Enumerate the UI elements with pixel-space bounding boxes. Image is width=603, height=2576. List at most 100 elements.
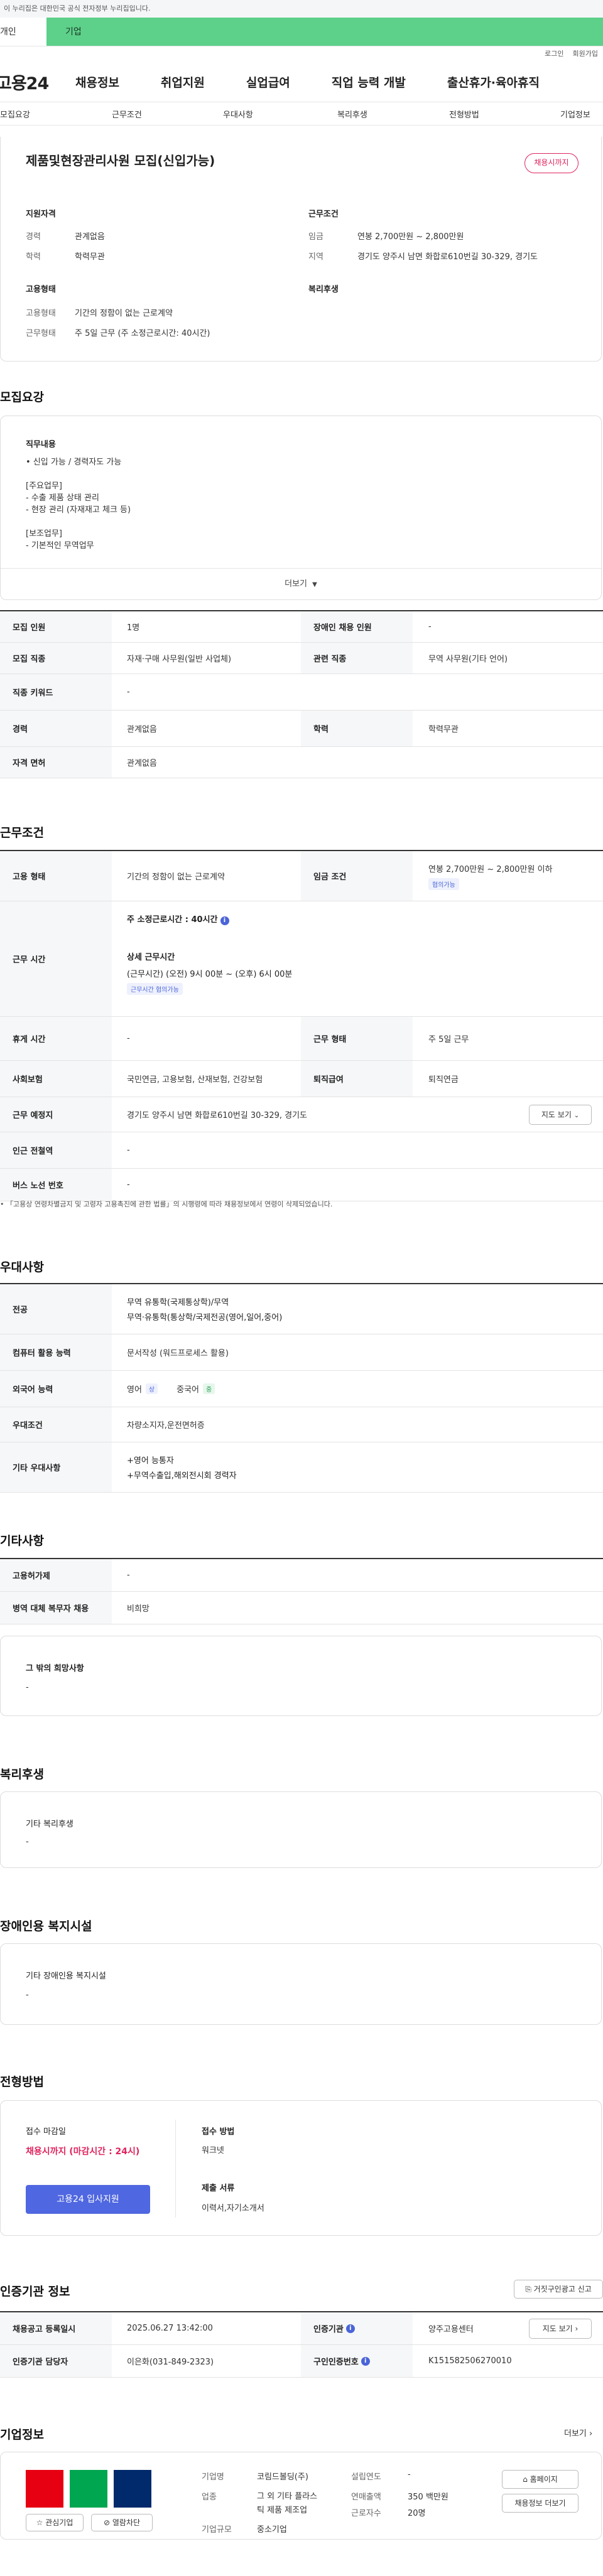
table-row: 채용공고 등록일시 2025.06.27 13:42:00 인증기관 i 양주고용… [0, 2312, 603, 2345]
agency-map-button[interactable]: 지도 보기 › [529, 2319, 592, 2339]
section-nav-conditions[interactable]: 근무조건 [112, 108, 142, 120]
company-name-value: 코림드볼딩(주) [257, 2472, 308, 2482]
section-nav-company[interactable]: 기업정보 [560, 108, 590, 120]
company-size-value: 중소기업 [257, 2525, 287, 2535]
work-time-cell: 주 소정근로시간 : 40시간 i 상세 근무시간 (근무시간) (오전) 9시 … [127, 913, 292, 995]
info-icon[interactable]: i [345, 2324, 355, 2333]
homepage-button[interactable]: ⌂ 홈페이지 [502, 2470, 579, 2489]
tab-company[interactable]: 기업 [46, 18, 603, 46]
user-type-tabs: 개인 기업 [0, 18, 603, 46]
section-nav-preferences[interactable]: 우대사항 [223, 108, 253, 120]
screening-divider [175, 2120, 176, 2218]
language-name: 중국어 [177, 1385, 200, 1395]
row-label: 퇴직급여 [301, 1061, 413, 1097]
row-label: 채용공고 등록일시 [0, 2312, 112, 2344]
docs-value: 이력서,자기소개서 [202, 2204, 264, 2213]
row-value: 학력무관 [428, 725, 459, 734]
signup-link[interactable]: 회원가입 [573, 50, 598, 58]
weekly-hours: 주 소정근로시간 : 40시간 i [127, 913, 292, 925]
logo[interactable]: 고용24 [0, 70, 75, 94]
company-jobs-button[interactable]: 채용정보 더보기 [502, 2494, 579, 2513]
extra-pref-value: +영어 능통자 [127, 1456, 174, 1466]
map-button-label: 지도 보기 [542, 2324, 573, 2333]
row-value: 1명 [127, 623, 140, 633]
table-row: 컴퓨터 활용 능력 문서작성 (워드프로세스 활용) [0, 1334, 603, 1371]
row-label: 모집 인원 [0, 611, 112, 642]
region-value: 경기도 양주시 남면 화합로610번길 30-329, 경기도 [357, 252, 538, 262]
info-icon[interactable]: i [361, 2356, 370, 2366]
method-value: 워크넷 [202, 2146, 224, 2155]
job-description-text: • 신입 가능 / 경력자도 가능 [주요업무] - 수출 제품 상태 관리 -… [26, 456, 131, 552]
established-value: - [408, 2470, 411, 2479]
row-value: 기간의 정함이 없는 근로계약 [127, 872, 225, 882]
section-nav-recruit[interactable]: 모집요강 [0, 108, 30, 120]
agency-heading: 인증기관 정보 [0, 2285, 70, 2299]
industry-label: 업종 [202, 2493, 217, 2502]
row-value: 이은화(031-849-2323) [127, 2358, 214, 2367]
map-button[interactable]: 지도 보기 ⌄ [529, 1105, 592, 1125]
gnb-item-training[interactable]: 직업 능력 개발 [332, 73, 406, 90]
table-row: 직종 키워드 - [0, 674, 603, 711]
disabled-box-value: - [26, 1990, 29, 2000]
disabled-facility-heading: 장애인용 복지시설 [0, 1919, 92, 1933]
table-row: 근무 시간 주 소정근로시간 : 40시간 i 상세 근무시간 (근무시간) (오… [0, 901, 603, 1017]
row-label: 외국어 능력 [0, 1371, 112, 1407]
section-nav-screening[interactable]: 전형방법 [449, 108, 479, 120]
emp-type-value: 기간의 정함이 없는 근로계약 [75, 309, 173, 318]
table-row: 모집 인원 1명 장애인 채용 인원 - [0, 611, 603, 643]
welfare-section-heading: 복리후생 [0, 1768, 44, 1781]
logo-block-navy [114, 2470, 151, 2508]
table-row: 고용 형태 기간의 정함이 없는 근로계약 임금 조건 연봉 2,700만원 ~… [0, 851, 603, 901]
tab-personal[interactable]: 개인 [0, 18, 46, 46]
language-level-badge: 중 [203, 1383, 215, 1394]
gnb-item-jobs[interactable]: 채용정보 [75, 73, 119, 90]
row-label: 모집 직종 [0, 643, 112, 674]
gnb-item-unemployment[interactable]: 실업급여 [246, 73, 290, 90]
deadline-badge: 채용시까지 [524, 153, 579, 173]
sales-value: 350 백만원 [408, 2493, 448, 2502]
block-view-button[interactable]: ⊘ 열람차단 [91, 2514, 153, 2531]
gnb-item-employment-support[interactable]: 취업지원 [161, 73, 205, 90]
language-values: 영어 상 중국어 중 [127, 1371, 215, 1407]
gnb-item-leave[interactable]: 출산휴가·육아휴직 [447, 73, 540, 90]
report-fake-ad-button[interactable]: ⎘ 거짓구인광고 신고 [514, 2280, 603, 2299]
major-value: 무역 유통학(국제통상학)/무역 [127, 1298, 229, 1307]
row-value: - [127, 1146, 130, 1155]
job-line: [보조업무] [26, 529, 62, 539]
extra-pref-values: +영어 능통자 +무역수출입,해외전시회 경력자 [127, 1454, 237, 1484]
info-icon[interactable]: i [220, 916, 229, 925]
table-row: 기타 우대사항 +영어 능통자 +무역수출입,해외전시회 경력자 [0, 1442, 603, 1493]
wage-cell: 연봉 2,700만원 ~ 2,800만원 이하 협의가능 [428, 851, 553, 901]
company-heading: 기업정보 [0, 2428, 44, 2442]
row-label: 전공 [0, 1284, 112, 1334]
apply-button[interactable]: 고용24 입사지원 [26, 2185, 150, 2214]
job-line: - 기본적인 무역업무 [26, 541, 94, 550]
job-line: [주요업무] [26, 481, 62, 491]
favorite-label: 관심기업 [45, 2518, 73, 2527]
company-more-link[interactable]: 더보기 › [564, 2427, 592, 2439]
row-label: 인증기관 i [301, 2312, 413, 2344]
favorite-company-button[interactable]: ☆ 관심기업 [26, 2514, 84, 2531]
row-label: 근무 시간 [0, 901, 112, 1016]
emp-type-label: 고용형태 [26, 309, 56, 318]
chevron-down-icon: ▼ [312, 581, 317, 588]
company-card: ☆ 관심기업 ⊘ 열람차단 기업명 코림드볼딩(주) 업종 그 외 기타 플라스… [0, 2452, 602, 2540]
table-row: 사회보험 국민연금, 고용보험, 산재보험, 건강보험 퇴직급여 퇴직연금 [0, 1061, 603, 1097]
wage-value: 연봉 2,700만원 ~ 2,800만원 이하 [428, 864, 553, 874]
table-row: 고용허가제 - [0, 1559, 603, 1592]
welfare-box-value: - [26, 1837, 29, 1847]
work-type-label: 근무형태 [26, 329, 56, 338]
login-link[interactable]: 로그인 [545, 50, 563, 58]
utility-links: 로그인 회원가입 [0, 46, 603, 62]
row-value: - [127, 1180, 130, 1189]
row-label: 근무 형태 [301, 1017, 413, 1060]
table-row: 모집 직종 자재·구매 사무원(일반 사업체) 관련 직종 무역 사무원(기타 … [0, 643, 603, 674]
detail-hours-value: (근무시간) (오전) 9시 00분 ~ (오후) 6시 00분 [127, 970, 293, 979]
row-label: 장애인 채용 인원 [301, 611, 413, 642]
welfare-heading: 복리후생 [308, 285, 339, 294]
row-label: 병역 대체 복무자 채용 [0, 1592, 112, 1624]
more-toggle[interactable]: 더보기 ▼ [1, 568, 601, 601]
homepage-label: 홈페이지 [530, 2475, 558, 2484]
section-nav-welfare[interactable]: 복리후생 [337, 108, 367, 120]
section-nav: 모집요강 근무조건 우대사항 복리후생 전형방법 기업정보 [0, 102, 603, 126]
